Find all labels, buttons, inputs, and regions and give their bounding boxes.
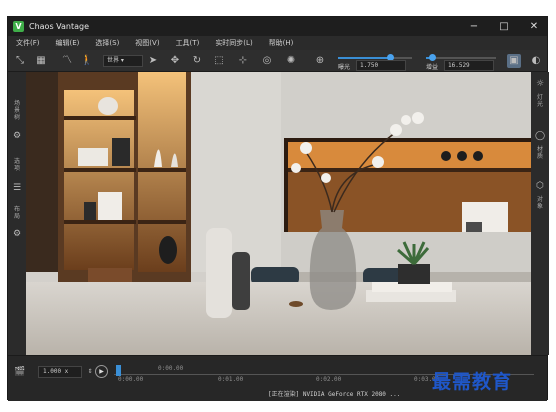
rotate-icon[interactable]: ↻ [190,54,204,68]
options-icon[interactable]: ☰ [11,182,23,194]
app-window: V Chaos Vantage − □ ✕ 文件(F) 编辑(E) 选择(S) … [7,16,549,401]
timeline-mark: 0:01.00 [218,376,244,383]
rendered-scene-image [26,72,531,355]
curve-icon[interactable]: 〽 [60,54,74,68]
menu-file[interactable]: 文件(F) [16,38,40,48]
gain-value-field[interactable]: 16.529 [444,60,494,71]
exposure-slider-fill [338,57,390,59]
menu-help[interactable]: 帮助(H) [269,38,294,48]
sidebar-item-objects[interactable]: 对象 [535,196,545,210]
minimize-button[interactable]: − [459,17,489,36]
gain-slider-knob[interactable] [428,54,436,61]
menu-edit[interactable]: 编辑(E) [56,38,80,48]
scale-icon[interactable]: ⬚ [212,54,226,68]
play-button[interactable]: ▶ [95,365,108,378]
timeline-current-time: 0:00.00 [158,365,184,372]
coordinate-space-select[interactable]: 世界 ▾ [103,55,143,67]
gain-slider[interactable] [426,54,496,61]
clapper-icon[interactable]: 🎬 [14,366,26,378]
move-icon[interactable]: ✥ [168,54,182,68]
sidebar-item-options[interactable]: 选项 [12,158,22,172]
select-arrow-icon[interactable]: ➤ [146,54,160,68]
app-title: Chaos Vantage [29,22,90,31]
watermark-text: 最需教育 [432,371,513,393]
right-sidebar: ☼ 灯光 ◯ 材质 ⬡ 对象 [531,72,549,355]
toolbar: ⤡ ▦ 〽 🚶 世界 ▾ ➤ ✥ ↻ ⬚ ⊹ ◎ ✺ ⊕ 曝光 1.750 增益… [8,50,547,72]
menu-view[interactable]: 视图(V) [135,38,159,48]
sidebar-item-layout[interactable]: 布局 [12,206,22,220]
object-icon[interactable]: ⬡ [534,180,546,192]
timeline-mark: 0:00.00 [118,376,144,383]
walk-icon[interactable]: 🚶 [80,54,94,68]
lens-icon[interactable]: ◎ [260,54,274,68]
move-axis-icon[interactable]: ⤡ [13,54,27,68]
exposure-slider[interactable] [338,54,412,61]
menu-tools[interactable]: 工具(T) [176,38,200,48]
sidebar-item-materials[interactable]: 材质 [535,146,545,160]
pick-focus-icon[interactable]: ⊹ [236,54,250,68]
snapshot-icon[interactable]: ▣ [507,54,521,68]
timeline-playhead[interactable] [116,365,121,376]
render-viewport[interactable] [26,72,531,355]
menu-bar: 文件(F) 编辑(E) 选择(S) 视图(V) 工具(T) 实时同步(L) 帮助… [8,36,547,50]
timeline-mark: 0:02.00 [316,376,342,383]
title-bar: V Chaos Vantage − □ ✕ [8,17,547,36]
render-status-text: [正在渲染] NVIDIA GeForce RTX 2080 ... [268,391,401,398]
menu-live-link[interactable]: 实时同步(L) [215,38,252,48]
light-icon[interactable]: ☼ [534,78,546,90]
settings-icon[interactable]: ⚙ [11,228,23,240]
scene-tree-icon[interactable]: ⚙ [11,130,23,142]
material-icon[interactable]: ◯ [534,130,546,142]
exposure-value-field[interactable]: 1.750 [356,60,406,71]
render-mode-icon[interactable]: ▦ [34,54,48,68]
sidebar-item-lights[interactable]: 灯光 [535,94,545,108]
gain-label: 增益 [426,64,439,71]
left-sidebar: 场景树 ⚙ 选项 ☰ 布局 ⚙ [8,72,26,355]
app-logo-icon: V [13,21,24,32]
target-icon[interactable]: ⊕ [313,54,327,68]
sun-icon[interactable]: ✺ [284,54,298,68]
playback-speed-field[interactable]: 1.000 x [38,366,82,378]
menu-select[interactable]: 选择(S) [95,38,119,48]
close-button[interactable]: ✕ [519,17,549,36]
sidebar-item-scene-tree[interactable]: 场景树 [12,100,22,121]
help-icon[interactable]: ◐ [529,54,543,68]
exposure-label: 曝光 [338,64,351,71]
maximize-button[interactable]: □ [489,17,519,36]
